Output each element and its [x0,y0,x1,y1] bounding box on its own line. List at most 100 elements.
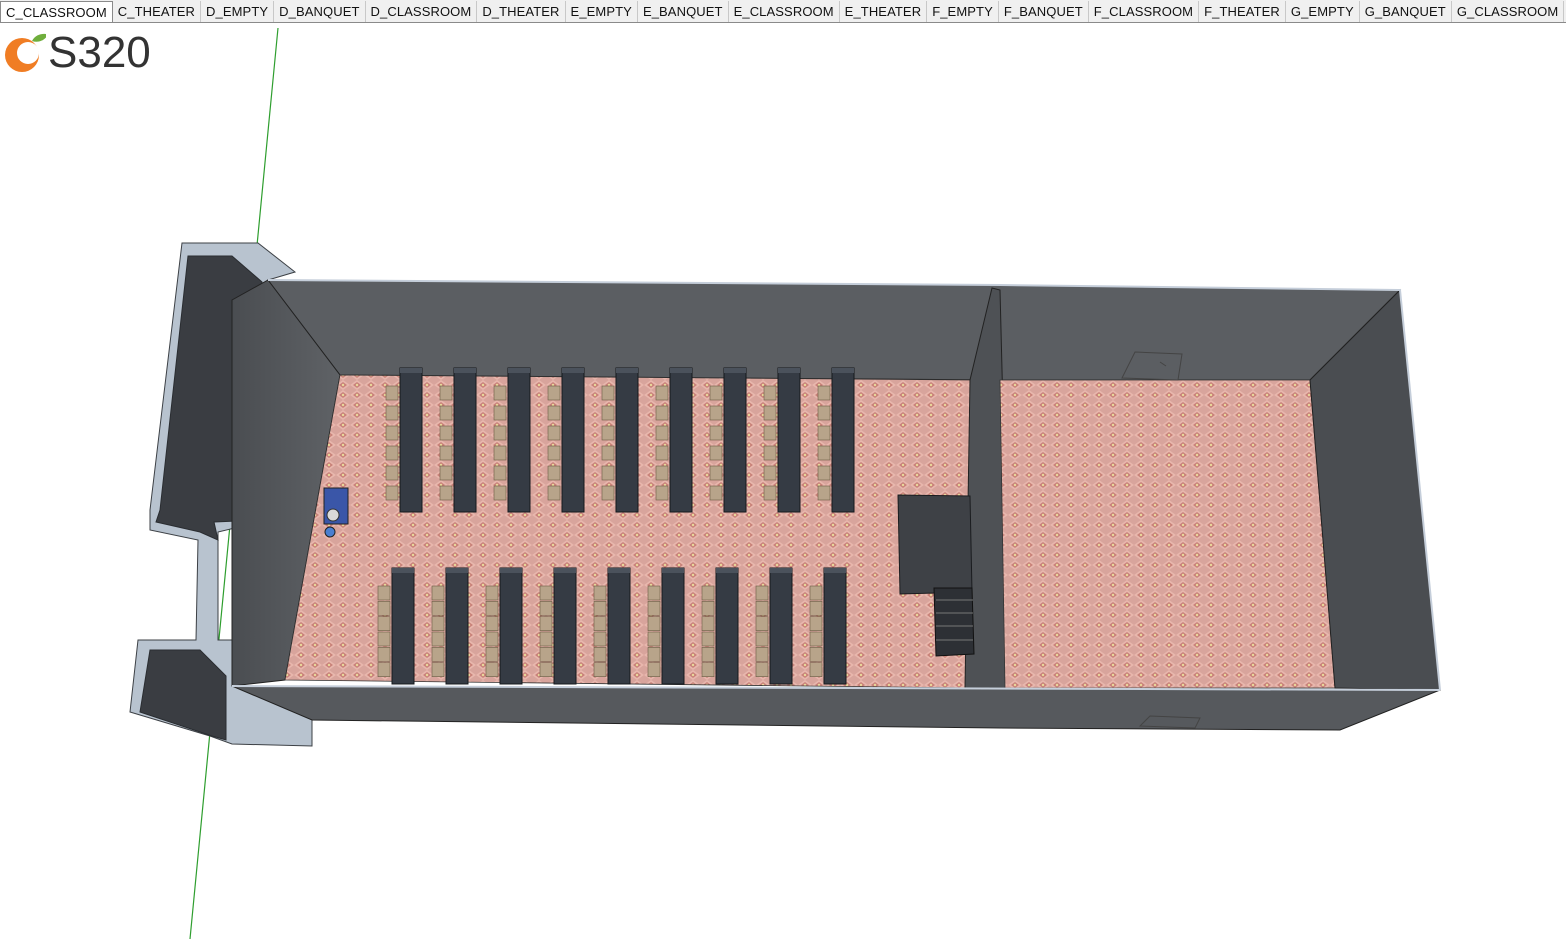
desk-row [601,367,639,513]
chair [763,385,777,401]
chair [817,385,831,401]
chair [547,425,561,441]
room-model-drawing[interactable] [0,23,1566,939]
desk [391,567,415,685]
scene-tab-d-empty[interactable]: D_EMPTY [201,1,275,22]
scene-tab-bar: C_CLASSROOM C_THEATER D_EMPTY D_BANQUET D_CL… [0,0,1566,23]
desk [453,367,477,513]
chair [709,485,723,501]
chair [655,385,669,401]
chair [817,445,831,461]
chair [593,585,607,601]
chair [601,425,615,441]
chair [377,647,391,662]
chair [817,465,831,481]
chair [539,616,553,631]
chair [547,405,561,421]
chair [647,601,661,616]
desk [499,567,523,685]
desk [769,567,793,685]
chair [655,425,669,441]
scene-tab-e-empty[interactable]: E_EMPTY [566,1,638,22]
room-code-label: S320 [48,28,151,77]
chair [701,647,715,662]
chair [647,631,661,647]
front-wall [231,685,1441,731]
chair [809,585,823,601]
desk [715,567,739,685]
chair [701,601,715,616]
scene-tab-d-theater[interactable]: D_THEATER [477,1,566,22]
scene-tab-g-empty[interactable]: G_EMPTY [1286,1,1360,22]
scene-tab-c-theater[interactable]: C_THEATER [113,1,202,22]
chair [385,445,399,461]
logo: S320 [2,30,151,76]
chair [709,465,723,481]
chair [709,405,723,421]
scene-tab-f-banquet[interactable]: F_BANQUET [999,1,1089,22]
chair [539,585,553,601]
scene-tab-g-banquet[interactable]: G_BANQUET [1360,1,1452,22]
chair [485,647,499,662]
desk-top-edge [716,568,738,573]
chair [647,647,661,662]
chair [539,601,553,616]
chair [655,445,669,461]
chair [431,616,445,631]
app-window: C_CLASSROOM C_THEATER D_EMPTY D_BANQUET D_CL… [0,0,1566,939]
chair [601,465,615,481]
chair [539,647,553,662]
desk [669,367,693,513]
chair [809,662,823,677]
chair [547,385,561,401]
desk [507,367,531,513]
desk-top-edge [724,368,746,373]
annex-dark-room-lower [139,649,227,741]
chair [763,405,777,421]
scene-tab-g-classroom[interactable]: G_CLASSROOM [1452,1,1565,22]
chair [593,616,607,631]
chair [547,465,561,481]
chair [385,425,399,441]
chair [493,405,507,421]
chair [809,616,823,631]
chair [701,631,715,647]
chair [709,385,723,401]
chair [755,601,769,616]
chair [755,647,769,662]
desk-row [763,367,801,513]
scene-tab-e-classroom[interactable]: E_CLASSROOM [729,1,840,22]
scene-tab-f-theater[interactable]: F_THEATER [1199,1,1286,22]
chair [377,585,391,601]
chair [593,601,607,616]
chair [377,601,391,616]
chair [593,662,607,677]
scene-tab-e-banquet[interactable]: E_BANQUET [638,1,729,22]
scene-tab-d-classroom[interactable]: D_CLASSROOM [366,1,478,22]
desk-row [655,367,693,513]
chair [817,405,831,421]
scene-tab-d-banquet[interactable]: D_BANQUET [274,1,366,22]
stage-steps [933,587,975,657]
scene-tab-c-classroom[interactable]: C_CLASSROOM [0,1,113,22]
chair [377,616,391,631]
3d-viewport[interactable] [0,23,1566,939]
chair [809,631,823,647]
scene-tab-f-classroom[interactable]: F_CLASSROOM [1089,1,1200,22]
chair [439,405,453,421]
chair [431,662,445,677]
scene-tab-e-theater[interactable]: E_THEATER [840,1,928,22]
desk-top-edge [662,568,684,573]
chair [493,385,507,401]
chair [601,445,615,461]
floor-right-room [999,379,1336,689]
chair [431,647,445,662]
scene-tab-f-empty[interactable]: F_EMPTY [927,1,999,22]
stage-platform [897,494,973,595]
chair [709,425,723,441]
desk-top-edge [400,368,422,373]
chair [701,616,715,631]
chair [431,601,445,616]
chair [439,465,453,481]
desk [831,367,855,513]
